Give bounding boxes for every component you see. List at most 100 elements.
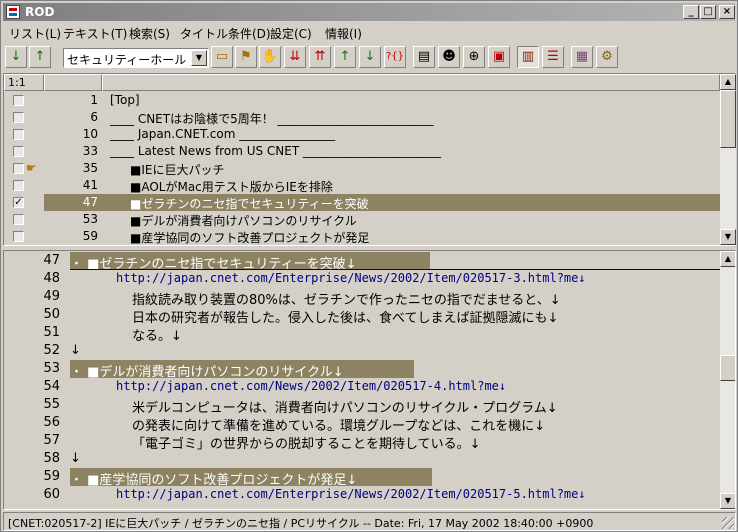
- folder-open-icon[interactable]: ▭: [211, 46, 233, 68]
- row-checkbox[interactable]: [13, 146, 24, 157]
- list-item[interactable]: 53 ■デルが消費者向けパソコンのリサイクル: [4, 211, 720, 228]
- row-title: ____ Latest News from US CNET __________…: [110, 144, 441, 158]
- maximize-button[interactable]: □: [700, 5, 716, 19]
- pointer-hand-icon: ☛: [26, 161, 37, 175]
- scroll-down-icon[interactable]: ▼: [720, 229, 736, 245]
- arrow-up-green-icon[interactable]: ↑: [334, 46, 356, 68]
- book-icon[interactable]: ▤: [413, 46, 435, 68]
- text-line: 47 ・ ■ゼラチンのニセ指でセキュリティーを突破↓: [4, 252, 720, 272]
- text-line: 52 ↓: [4, 342, 720, 360]
- list-item[interactable]: 6 ____ CNETはお陰様で5周年！ ___________________…: [4, 109, 720, 126]
- menu-list[interactable]: リスト(L): [9, 25, 61, 42]
- people-icon[interactable]: ☻: [438, 46, 460, 68]
- text-scroll-thumb[interactable]: [720, 355, 735, 381]
- resize-grip-icon[interactable]: [722, 517, 734, 529]
- row-checkbox[interactable]: [13, 163, 24, 174]
- app-window: ROD _ □ × リスト(L) テキスト(T) 検索(S) タイトル条件(D)…: [0, 0, 738, 532]
- list-header-col3[interactable]: [102, 74, 720, 91]
- row-checkbox-checked[interactable]: ✓: [13, 197, 24, 208]
- clipboard-icon[interactable]: ▣: [488, 46, 510, 68]
- row-number: 6: [90, 110, 98, 124]
- list-header-col1[interactable]: 1:1: [4, 74, 44, 91]
- row-number: 53: [82, 212, 98, 226]
- arrow-down-green-icon[interactable]: ↓: [359, 46, 381, 68]
- menu-text[interactable]: テキスト(T): [63, 25, 127, 42]
- list-item[interactable]: 10 ____ Japan.CNET.com ________________: [4, 126, 720, 143]
- line-number: 57: [43, 433, 60, 448]
- line-number: 51: [43, 325, 60, 340]
- chevron-down-icon[interactable]: ▼: [191, 50, 207, 66]
- line-number: 53: [43, 361, 60, 376]
- list-item[interactable]: 1 [Top]: [4, 92, 720, 109]
- text-line: 54 http://japan.cnet.com/News/2002/Item/…: [4, 378, 720, 396]
- row-checkbox[interactable]: [13, 214, 24, 225]
- row-title: ■デルが消費者向けパソコンのリサイクル: [130, 214, 357, 228]
- article-text-view[interactable]: 47 ・ ■ゼラチンのニセ指でセキュリティーを突破↓ 48 http://jap…: [3, 250, 736, 510]
- down-arrow-icon[interactable]: ↓: [5, 46, 27, 68]
- list-icon[interactable]: ☰: [542, 46, 564, 68]
- hand-icon[interactable]: ✋: [259, 46, 281, 68]
- list-scrollbar[interactable]: ▲ ▼: [720, 74, 736, 245]
- toolbar: ↓ ↑ セキュリティーホール ▼ ▭ ⚑ ✋ ⇊ ⇈ ↑ ↓ ?{} ▤ ☻ ⊕…: [3, 44, 735, 72]
- line-number: 55: [43, 397, 60, 412]
- scroll-up-icon[interactable]: ▲: [720, 74, 736, 90]
- scroll-down-icon[interactable]: ▼: [720, 493, 735, 509]
- app-icon[interactable]: [6, 5, 20, 19]
- list-item[interactable]: ☛ 35 ■IEに巨大パッチ: [4, 160, 720, 177]
- row-number: 35: [82, 161, 98, 175]
- move-up-icon[interactable]: ⇈: [309, 46, 331, 68]
- text-line: 59 ・ ■産学協同のソフト改善プロジェクトが発足↓: [4, 468, 720, 488]
- scroll-up-icon[interactable]: ▲: [720, 251, 735, 267]
- text-line: 58 ↓: [4, 450, 720, 468]
- text-line: 60 http://japan.cnet.com/Enterprise/News…: [4, 486, 720, 504]
- line-number: 60: [43, 487, 60, 502]
- binoculars-icon[interactable]: ⊕: [463, 46, 485, 68]
- settings-icon[interactable]: ⚙: [596, 46, 618, 68]
- article-link[interactable]: http://japan.cnet.com/Enterprise/News/20…: [116, 487, 586, 501]
- article-link[interactable]: http://japan.cnet.com/News/2002/Item/020…: [116, 379, 506, 393]
- list-scroll-thumb[interactable]: [720, 90, 736, 148]
- row-number: 47: [82, 195, 98, 209]
- print-icon[interactable]: ▦: [571, 46, 593, 68]
- menu-info[interactable]: 情報(I): [325, 25, 362, 42]
- row-checkbox[interactable]: [13, 112, 24, 123]
- menu-bar: リスト(L) テキスト(T) 検索(S) タイトル条件(D) 設定(C) 情報(…: [3, 22, 735, 41]
- text-scrollbar[interactable]: ▲ ▼: [720, 251, 735, 509]
- status-text: [CNET:020517-2] IEに巨大パッチ / ゼラチンのニセ指 / PC…: [8, 517, 594, 530]
- line-text: ↓: [70, 343, 81, 358]
- row-title: [Top]: [110, 93, 140, 107]
- list-item[interactable]: 59 ■産学協同のソフト改善プロジェクトが発足: [4, 228, 720, 245]
- text-line: 53 ・ ■デルが消費者向けパソコンのリサイクル↓: [4, 360, 720, 380]
- list-item[interactable]: 33 ____ Latest News from US CNET _______…: [4, 143, 720, 160]
- row-number: 10: [82, 127, 98, 141]
- list-item-selected[interactable]: ✓ 47 ■ゼラチンのニセ指でセキュリティーを突破: [4, 194, 720, 211]
- article-link[interactable]: http://japan.cnet.com/Enterprise/News/20…: [116, 271, 586, 285]
- film-icon[interactable]: ▥: [517, 46, 539, 68]
- line-text: ↓: [70, 451, 81, 466]
- move-down-icon[interactable]: ⇊: [284, 46, 306, 68]
- list-header-col2[interactable]: [44, 74, 102, 91]
- up-arrow-icon[interactable]: ↑: [29, 46, 51, 68]
- close-button[interactable]: ×: [719, 5, 735, 19]
- row-checkbox[interactable]: [13, 231, 24, 242]
- find-icon[interactable]: ?{}: [384, 46, 406, 68]
- line-number: 49: [43, 289, 60, 304]
- line-number: 58: [43, 451, 60, 466]
- line-number: 56: [43, 415, 60, 430]
- row-checkbox[interactable]: [13, 129, 24, 140]
- text-line: 51 なる。↓: [4, 324, 720, 344]
- row-number: 1: [90, 93, 98, 107]
- row-checkbox[interactable]: [13, 180, 24, 191]
- row-checkbox[interactable]: [13, 95, 24, 106]
- flag-icon[interactable]: ⚑: [235, 46, 257, 68]
- category-combo-value: セキュリティーホール: [67, 53, 187, 67]
- minimize-button[interactable]: _: [683, 5, 699, 19]
- list-item[interactable]: 41 ■AOLがMac用テスト版からIEを排除: [4, 177, 720, 194]
- line-number: 52: [43, 343, 60, 358]
- category-combo[interactable]: セキュリティーホール ▼: [63, 48, 209, 68]
- menu-title-condition[interactable]: タイトル条件(D): [180, 25, 271, 42]
- menu-settings[interactable]: 設定(C): [270, 25, 312, 42]
- article-list[interactable]: 1:1 1 [Top] 6 ____ CNETはお陰様で5周年！ _______…: [3, 73, 736, 246]
- menu-search[interactable]: 検索(S): [129, 25, 170, 42]
- text-line: 57 「電子ゴミ」の世界からの脱却することを期待している。↓: [4, 432, 720, 452]
